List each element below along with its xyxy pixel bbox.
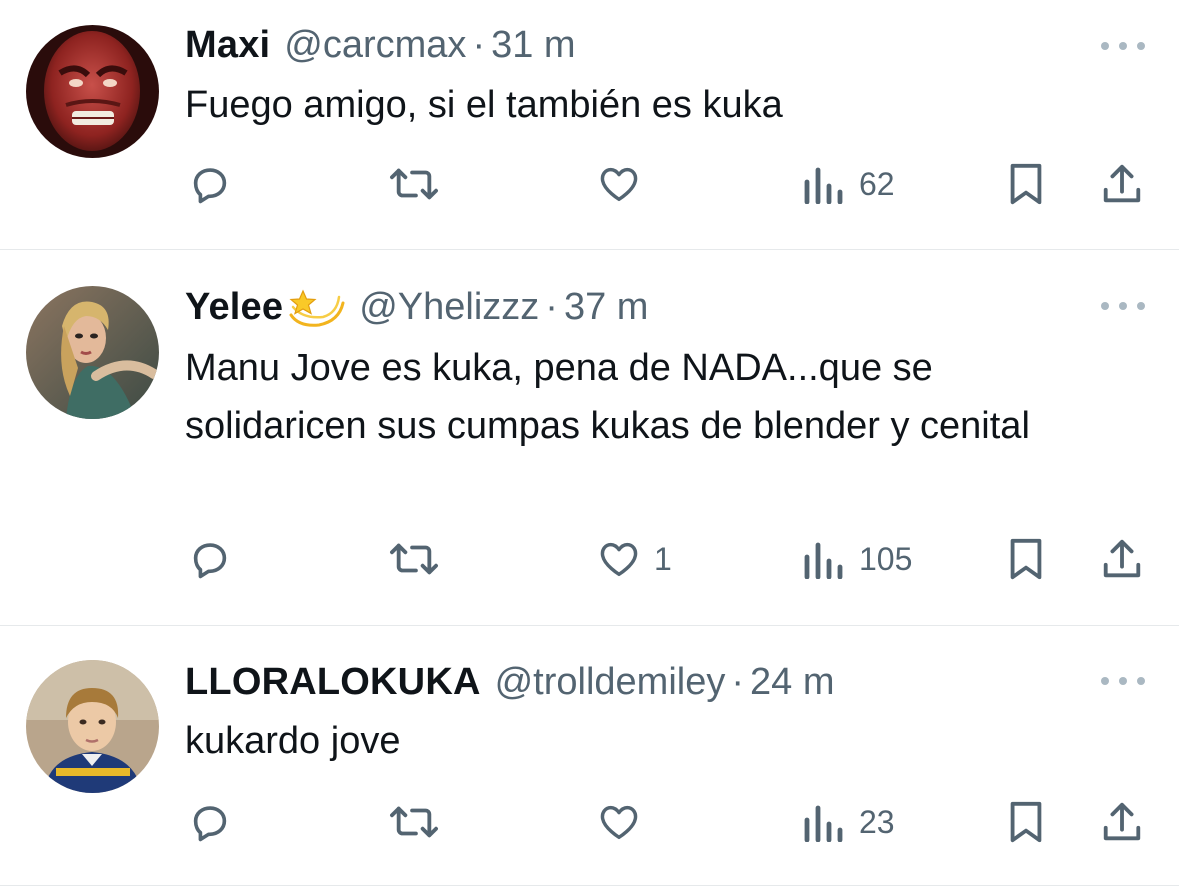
- like-button[interactable]: 1: [596, 531, 672, 587]
- tweet-header: LLORALOKUKA @trolldemiley · 24 m: [185, 659, 835, 705]
- dot: [1137, 42, 1145, 50]
- separator-dot: ·: [545, 286, 558, 328]
- heart-icon: [600, 805, 638, 840]
- like-count: 1: [654, 540, 672, 577]
- share-icon: [1103, 539, 1141, 578]
- tweet-actions: 62: [0, 156, 1179, 212]
- views-count: 105: [859, 540, 913, 577]
- separator-dot: ·: [472, 24, 486, 66]
- bookmark-icon: [1010, 538, 1042, 580]
- reply-button[interactable]: [187, 531, 233, 587]
- views-icon: [804, 167, 843, 204]
- avatar-maxi[interactable]: [26, 25, 159, 158]
- share-icon: [1103, 164, 1141, 203]
- bookmark-button[interactable]: [1005, 156, 1047, 212]
- repost-button[interactable]: [387, 531, 441, 587]
- views-button[interactable]: 62: [803, 156, 895, 212]
- tweet-actions: 23: [0, 794, 1179, 850]
- more-options-icon[interactable]: [1101, 671, 1145, 691]
- share-button[interactable]: [1100, 794, 1144, 850]
- woman-avatar-image: [26, 286, 159, 419]
- reply-button[interactable]: [187, 794, 233, 850]
- user-handle[interactable]: @carcmax: [284, 22, 466, 68]
- more-options-icon[interactable]: [1101, 296, 1145, 316]
- timestamp[interactable]: 37 m: [564, 284, 648, 330]
- dot: [1119, 302, 1127, 310]
- repost-button[interactable]: [387, 794, 441, 850]
- hulk-avatar-image: [26, 25, 159, 158]
- separator-dot: ·: [731, 661, 745, 703]
- more-options-icon[interactable]: [1101, 36, 1145, 56]
- user-handle[interactable]: @trolldemiley: [495, 659, 726, 705]
- views-count: 62: [859, 165, 895, 202]
- reply-icon: [193, 168, 227, 204]
- tweet-1[interactable]: Maxi @carcmax · 31 m Fuego amigo, si el …: [0, 0, 1179, 250]
- avatar-lloralokuka[interactable]: [26, 660, 159, 793]
- dot: [1137, 302, 1145, 310]
- tweet-header: Maxi @carcmax · 31 m: [185, 22, 576, 68]
- share-button[interactable]: [1100, 531, 1144, 587]
- views-button[interactable]: 105: [803, 531, 912, 587]
- share-button[interactable]: [1100, 156, 1144, 212]
- views-icon: [804, 805, 843, 842]
- tweet-actions: 1 105: [0, 531, 1179, 587]
- display-name[interactable]: Yelee: [185, 284, 283, 330]
- tweet-header: Yelee @Yhelizzz · 37 m: [185, 284, 648, 330]
- display-name[interactable]: Maxi: [185, 22, 270, 68]
- repost-icon: [390, 168, 438, 200]
- tweet-text: Fuego amigo, si el también es kuka: [185, 84, 783, 126]
- dizzy-star-icon: [289, 289, 345, 327]
- bookmark-button[interactable]: [1005, 794, 1047, 850]
- bookmark-icon: [1010, 801, 1042, 843]
- repost-icon: [390, 806, 438, 838]
- bookmark-icon: [1010, 163, 1042, 205]
- timestamp[interactable]: 31 m: [491, 22, 575, 68]
- reply-icon: [193, 806, 227, 842]
- display-name[interactable]: LLORALOKUKA: [185, 659, 481, 705]
- heart-icon: [600, 167, 638, 202]
- dot: [1101, 302, 1109, 310]
- avatar-yelee[interactable]: [26, 286, 159, 419]
- dot: [1119, 42, 1127, 50]
- tweet-2[interactable]: Yelee @Yhelizzz · 37 m Manu Jove es kuka…: [0, 250, 1179, 626]
- tweet-3[interactable]: LLORALOKUKA @trolldemiley · 24 m kukardo…: [0, 626, 1179, 886]
- dot: [1119, 677, 1127, 685]
- dot: [1137, 677, 1145, 685]
- repost-button[interactable]: [387, 156, 441, 212]
- tweet-text: Manu Jove es kuka, pena de NADA...que se…: [185, 347, 1030, 447]
- like-button[interactable]: [596, 794, 656, 850]
- heart-icon: [600, 542, 638, 577]
- like-button[interactable]: [596, 156, 656, 212]
- views-button[interactable]: 23: [803, 794, 895, 850]
- tweet-text: kukardo jove: [185, 720, 401, 762]
- timestamp[interactable]: 24 m: [750, 659, 834, 705]
- reply-button[interactable]: [187, 156, 233, 212]
- dot: [1101, 677, 1109, 685]
- reply-icon: [193, 543, 227, 579]
- user-handle[interactable]: @Yhelizzz: [359, 284, 539, 330]
- share-icon: [1103, 802, 1141, 841]
- views-icon: [804, 542, 843, 579]
- bookmark-button[interactable]: [1005, 531, 1047, 587]
- repost-icon: [390, 543, 438, 575]
- views-count: 23: [859, 803, 895, 840]
- dot: [1101, 42, 1109, 50]
- boy-avatar-image: [26, 660, 159, 793]
- reply-feed: Maxi @carcmax · 31 m Fuego amigo, si el …: [0, 0, 1179, 886]
